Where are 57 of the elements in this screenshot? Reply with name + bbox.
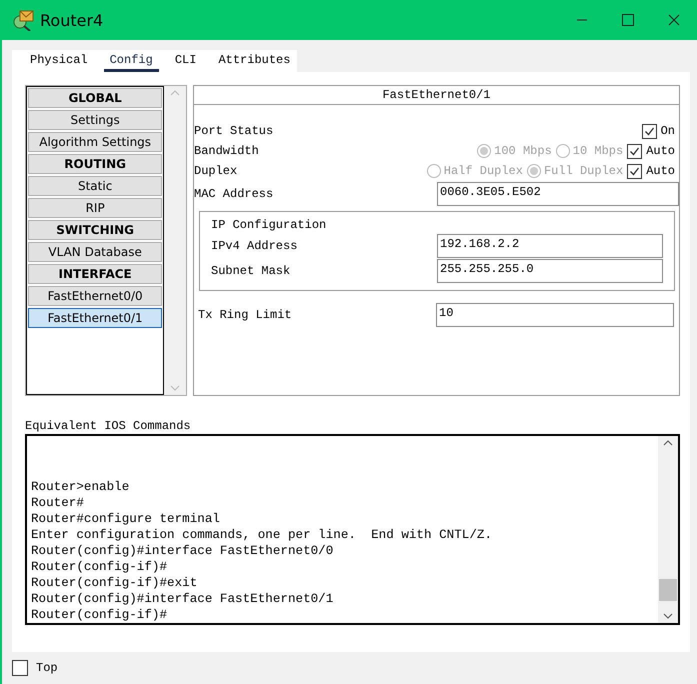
radio-label: Full Duplex	[544, 164, 624, 178]
radio-label: 100 Mbps	[494, 144, 552, 158]
console-line: Router(config-if)#exit	[31, 575, 198, 591]
radio-label: Half Duplex	[444, 164, 523, 178]
section-header[interactable]: SWITCHING	[28, 220, 162, 240]
sidebar-item[interactable]: FastEthernet0/0	[28, 286, 162, 306]
scroll-up-icon[interactable]	[663, 440, 673, 446]
sidebar-item[interactable]: VLAN Database	[28, 242, 162, 262]
radio-label: 10 Mbps	[572, 144, 624, 158]
sidebar-item[interactable]: RIP	[28, 198, 162, 218]
section-header[interactable]: GLOBAL	[28, 88, 162, 108]
tab[interactable]: Attributes	[212, 50, 296, 72]
input-field[interactable]: 10	[436, 303, 674, 327]
section-label: Equivalent IOS Commands	[25, 418, 192, 434]
console-line: Router(config-if)#	[31, 559, 168, 575]
console-line: Router(config-if)#	[31, 607, 168, 623]
section-header[interactable]: ROUTING	[28, 154, 162, 174]
port-status-checkbox[interactable]	[642, 124, 657, 138]
scrollbar-thumb[interactable]	[659, 579, 677, 601]
close-icon[interactable]	[668, 14, 680, 26]
checkmark-icon	[629, 166, 640, 176]
console-line: Router#	[31, 495, 85, 511]
tab[interactable]: CLI	[168, 50, 202, 72]
sidebar-item[interactable]: Static	[28, 176, 162, 196]
sidebar-item[interactable]: FastEthernet0/1	[28, 308, 162, 328]
field-label: Port Status	[194, 124, 274, 138]
field-label: Tx Ring Limit	[198, 308, 293, 322]
group-title: IP Configuration	[211, 218, 328, 232]
field-label: Bandwidth	[194, 144, 260, 158]
field-label: IPv4 Address	[211, 239, 298, 253]
field-label: Subnet Mask	[211, 264, 292, 278]
panel-title: FastEthernet0/1	[194, 86, 679, 105]
scroll-down-icon[interactable]	[663, 613, 673, 619]
sidebar-item[interactable]: Algorithm Settings	[28, 132, 162, 152]
tab[interactable]: Physical	[24, 50, 94, 72]
console-line: Router>enable	[31, 479, 130, 495]
field-label: MAC Address	[194, 187, 274, 201]
input-field[interactable]: 0060.3E05.E502	[437, 182, 679, 206]
sidebar-item[interactable]: Settings	[28, 110, 162, 130]
field-label: Duplex	[194, 164, 238, 178]
top-checkbox[interactable]	[12, 660, 28, 676]
console-line: Router#configure terminal	[31, 511, 221, 527]
console-line: Router(config)#interface FastEthernet0/0	[31, 543, 334, 559]
router-icon	[12, 9, 34, 31]
window-title: Router4	[40, 10, 104, 30]
checkmark-icon	[629, 146, 640, 156]
input-field[interactable]: 192.168.2.2	[437, 234, 663, 258]
input-field[interactable]: 255.255.255.0	[437, 259, 663, 283]
checkbox-label: On	[660, 124, 675, 138]
console-line: Router(config)#interface FastEthernet0/1	[31, 591, 334, 607]
checkmark-icon	[644, 126, 655, 136]
console-line: Enter configuration commands, one per line. End with CNTL/Z.	[31, 527, 494, 543]
checkbox-label: Auto	[646, 164, 675, 178]
section-header[interactable]: INTERFACE	[28, 264, 162, 284]
checkbox-label: Auto	[646, 144, 675, 158]
maximize-icon[interactable]	[622, 14, 634, 26]
checkbox-label: Top	[36, 661, 58, 675]
